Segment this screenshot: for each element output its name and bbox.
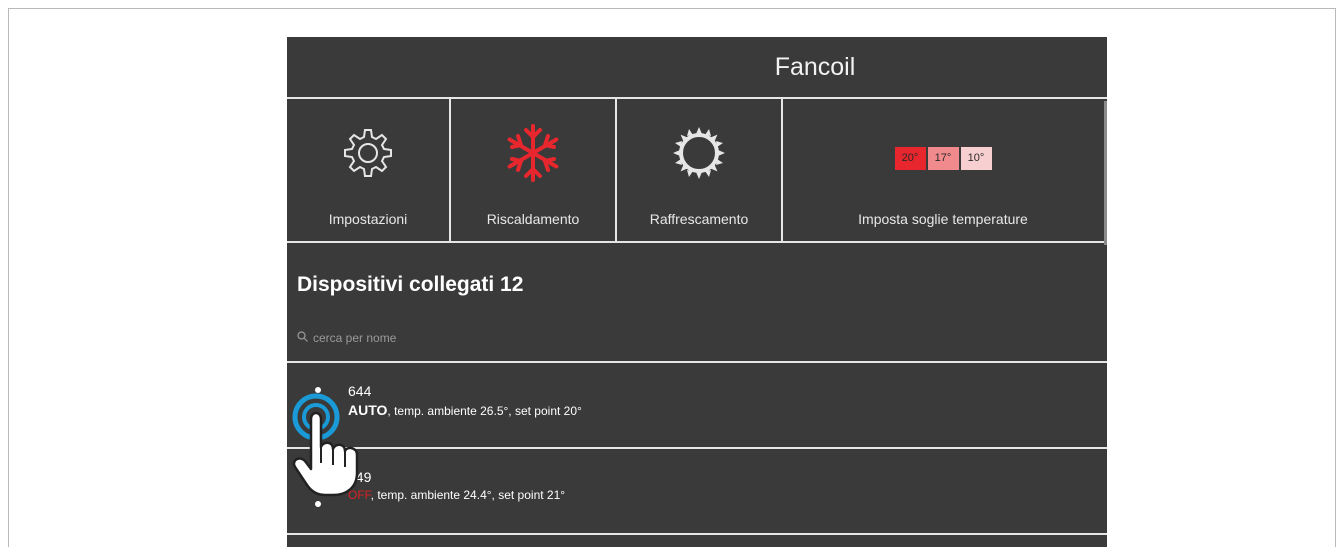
thresholds-tile[interactable]: 20° 17° 10° Imposta soglie temperature — [783, 99, 1103, 241]
cooling-label: Raffrescamento — [649, 211, 749, 227]
threshold-high: 20° — [894, 146, 926, 170]
heating-tile[interactable]: Riscaldamento — [451, 99, 617, 241]
search-input[interactable] — [313, 331, 613, 345]
search-bar — [287, 315, 1107, 363]
device-name: 644 — [348, 383, 372, 399]
device-handle-bottom-dot — [315, 415, 321, 421]
action-tiles: Impostazioni Riscaldamento Raffrescament… — [287, 99, 1107, 243]
device-handle-top-dot — [315, 473, 321, 479]
device-row[interactable]: 644 AUTO, temp. ambiente 26.5°, set poin… — [287, 363, 1107, 449]
threshold-mid: 17° — [927, 146, 959, 170]
device-handle-bottom-dot — [315, 501, 321, 507]
snowflake-icon — [502, 99, 564, 207]
thresholds-label: Imposta soglie temperature — [858, 211, 1028, 227]
fancoil-app: Fancoil Impostazioni Riscaldamento Raffr… — [287, 37, 1107, 547]
scrollbar[interactable] — [1104, 101, 1107, 245]
temperature-thresholds-icon: 20° 17° 10° — [894, 99, 992, 207]
settings-label: Impostazioni — [328, 211, 408, 227]
device-name: 649 — [348, 469, 372, 485]
device-handle-top-dot — [315, 387, 321, 393]
device-status: AUTO, temp. ambiente 26.5°, set point 20… — [348, 402, 1107, 418]
device-mode: OFF — [348, 488, 371, 502]
device-status: OFF, temp. ambiente 24.4°, set point 21° — [348, 488, 1107, 502]
device-details: , temp. ambiente 26.5°, set point 20° — [387, 404, 582, 418]
device-details: , temp. ambiente 24.4°, set point 21° — [370, 488, 566, 502]
devices-section-title: Dispositivi collegati 12 — [297, 273, 524, 296]
app-title: Fancoil — [287, 37, 1107, 99]
settings-tile[interactable]: Impostazioni — [287, 99, 451, 241]
heating-label: Riscaldamento — [486, 211, 580, 227]
search-icon — [297, 331, 308, 345]
sun-icon — [669, 99, 729, 207]
device-row[interactable]: 649 OFF, temp. ambiente 24.4°, set point… — [287, 449, 1107, 535]
device-mode: AUTO — [348, 402, 388, 418]
gear-icon — [342, 99, 394, 207]
cooling-tile[interactable]: Raffrescamento — [617, 99, 783, 241]
threshold-low: 10° — [960, 146, 992, 170]
